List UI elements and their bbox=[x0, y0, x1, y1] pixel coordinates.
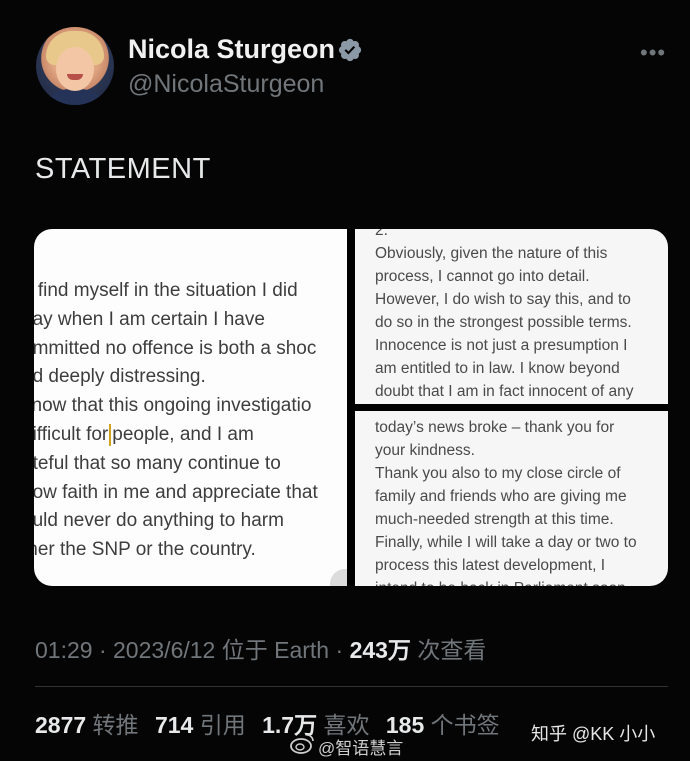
statement-line: how faith in me and appreciate that bbox=[34, 481, 318, 503]
statement-line: ould never do anything to harm bbox=[34, 510, 284, 532]
more-options-icon[interactable]: ••• bbox=[640, 40, 666, 66]
statement-line: process this latest development, I bbox=[375, 557, 606, 574]
meta-separator: · bbox=[92, 637, 114, 663]
statement-line: intend to be back in Parliament soon bbox=[375, 577, 637, 586]
quotes-label: 引用 bbox=[193, 712, 246, 738]
author-avatar[interactable] bbox=[36, 27, 114, 105]
zhihu-watermark: 知乎 @KK 小小 bbox=[531, 724, 656, 744]
statement-line: am entitled to in law. I know beyond bbox=[375, 360, 620, 377]
views-label[interactable]: 次查看 bbox=[411, 637, 486, 663]
tweet-time[interactable]: 01:29 bbox=[35, 637, 93, 663]
statement-page-bottom-right-text: today’s news broke – thank you for your … bbox=[375, 416, 637, 586]
tweet-stats: 2877 转推 714 引用 1.7万 喜欢 185 个书签 bbox=[35, 706, 500, 740]
statement-line: 2. bbox=[375, 229, 388, 239]
verified-badge-icon bbox=[338, 38, 362, 62]
meta-separator: · bbox=[329, 637, 350, 663]
tweet-location: 位于 Earth bbox=[215, 637, 330, 663]
scroll-knob bbox=[330, 569, 347, 586]
statement-line-part: people, and I am bbox=[112, 423, 254, 445]
statement-line: do so in the strongest possible terms. bbox=[375, 314, 632, 331]
statement-line: Obviously, given the nature of this bbox=[375, 245, 608, 262]
statement-line: difficult forpeople, and I am bbox=[34, 421, 318, 450]
tweet-meta: 01:29 · 2023/6/12 位于 Earth · 243万 次查看 bbox=[35, 631, 486, 665]
statement-line: ther the SNP or the country. bbox=[34, 539, 256, 561]
text-cursor bbox=[109, 423, 112, 446]
weibo-watermark: @智语慧言 bbox=[318, 739, 404, 758]
weibo-icon bbox=[290, 734, 314, 754]
statement-line: your kindness. bbox=[375, 442, 475, 459]
retweets-label: 转推 bbox=[86, 712, 139, 738]
statement-line: nd deeply distressing. bbox=[34, 366, 206, 388]
avatar-face bbox=[56, 47, 94, 91]
tweet-page: Nicola Sturgeon @NicolaSturgeon ••• STAT… bbox=[0, 0, 690, 761]
statement-line: Innocence is not just a presumption I bbox=[375, 337, 628, 354]
statement-line: However, I do wish to say this, and to bbox=[375, 291, 631, 308]
statement-line: much-needed strength at this time. bbox=[375, 511, 614, 528]
statement-line: family and friends who are giving me bbox=[375, 488, 627, 505]
statement-line: day when I am certain I have bbox=[34, 308, 265, 330]
bookmarks-label: 个书签 bbox=[424, 712, 500, 738]
quotes-stat[interactable]: 714 引用 bbox=[155, 712, 246, 738]
tweet-text: STATEMENT bbox=[35, 153, 211, 185]
retweets-count: 2877 bbox=[35, 712, 87, 738]
retweets-stat[interactable]: 2877 转推 bbox=[35, 712, 139, 738]
statement-line: ateful that so many continue to bbox=[34, 452, 281, 474]
statement-line: know that this ongoing investigatio bbox=[34, 395, 312, 417]
statement-line: doubt that I am in fact innocent of any bbox=[375, 383, 634, 400]
statement-line: ommitted no offence is both a shoc bbox=[34, 337, 317, 359]
tweet-date[interactable]: 2023/6/12 bbox=[113, 637, 215, 663]
media-image-bottom-right[interactable]: today’s news broke – thank you for your … bbox=[355, 411, 668, 586]
statement-page-left-text: o find myself in the situation I did day… bbox=[34, 277, 318, 565]
statement-page-top-right-text: 2. Obviously, given the nature of this p… bbox=[375, 229, 634, 403]
quotes-count: 714 bbox=[154, 712, 194, 738]
statement-line: o find myself in the situation I did bbox=[34, 280, 298, 301]
statement-line-part: difficult for bbox=[34, 423, 109, 445]
author-handle[interactable]: @NicolaSturgeon bbox=[128, 70, 324, 99]
tweet-media-grid[interactable]: o find myself in the situation I did day… bbox=[34, 229, 668, 586]
avatar-body bbox=[40, 89, 110, 105]
statement-line: Finally, while I will take a day or two … bbox=[375, 534, 637, 551]
views-count[interactable]: 243万 bbox=[350, 637, 411, 663]
statement-line: today’s news broke – thank you for bbox=[375, 419, 615, 436]
statement-line: process, I cannot go into detail. bbox=[375, 268, 590, 285]
author-name[interactable]: Nicola Sturgeon bbox=[128, 34, 335, 65]
divider bbox=[35, 686, 668, 687]
media-image-left[interactable]: o find myself in the situation I did day… bbox=[34, 229, 347, 586]
statement-line: Thank you also to my close circle of bbox=[375, 465, 621, 482]
media-image-top-right[interactable]: 2. Obviously, given the nature of this p… bbox=[355, 229, 668, 404]
